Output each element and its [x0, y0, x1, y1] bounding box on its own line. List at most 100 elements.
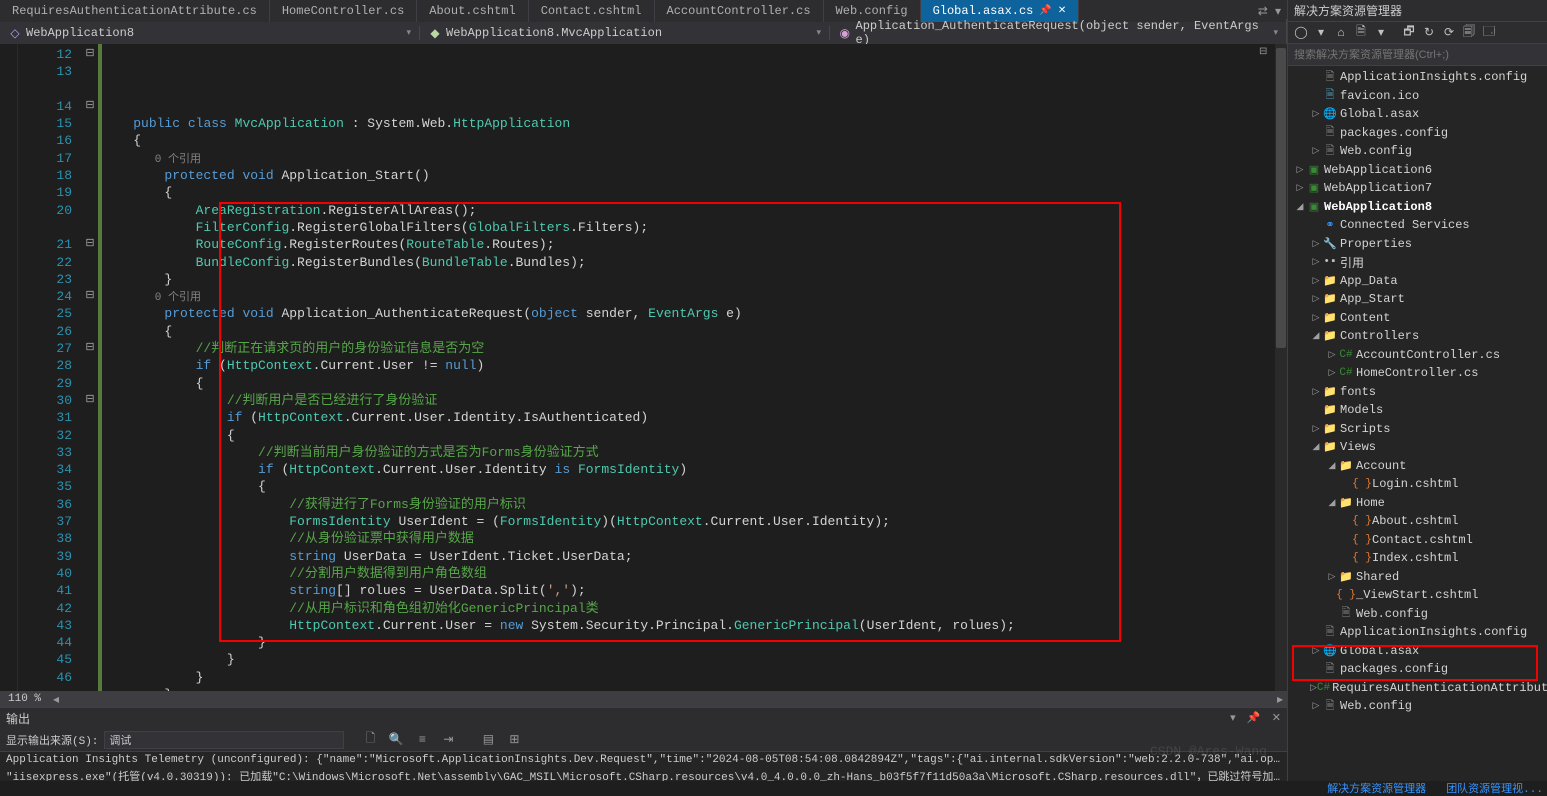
fold-toggle[interactable] [82, 427, 98, 444]
tree-node[interactable]: { }Contact.cshtml [1288, 531, 1547, 550]
tab-contact-cshtml[interactable]: Contact.cshtml [529, 0, 655, 22]
se-collapse-icon[interactable]: ↻ [1420, 24, 1438, 42]
expand-icon[interactable]: ▷ [1310, 387, 1322, 397]
fold-toggle[interactable] [82, 150, 98, 167]
tree-node[interactable]: ▷📁Shared [1288, 568, 1547, 587]
code-line[interactable]: { [98, 375, 1287, 392]
code-line[interactable]: 0 个引用 [98, 150, 1287, 167]
output-body[interactable]: Application Insights Telemetry (unconfig… [0, 752, 1287, 781]
expand-icon[interactable]: ▷ [1310, 313, 1322, 323]
expand-icon[interactable]: ▷ [1310, 646, 1322, 656]
solution-tree[interactable]: 🗎ApplicationInsights.config🗎favicon.ico▷… [1288, 66, 1547, 781]
fold-toggle[interactable] [82, 548, 98, 565]
tab-about-cshtml[interactable]: About.cshtml [417, 0, 528, 22]
expand-icon[interactable]: ▷ [1310, 294, 1322, 304]
tree-node[interactable]: ▷📁Content [1288, 309, 1547, 328]
tree-node[interactable]: ◢📁Home [1288, 494, 1547, 513]
code-line[interactable]: { [98, 427, 1287, 444]
expand-icon[interactable]: ▷ [1310, 276, 1322, 286]
output-source-combo[interactable]: 调试 [104, 731, 344, 749]
fold-toggle[interactable] [82, 669, 98, 686]
tree-node[interactable]: 📁Models [1288, 401, 1547, 420]
expand-icon[interactable]: ◢ [1310, 442, 1322, 452]
fold-toggle[interactable]: ⊟ [82, 236, 98, 253]
expand-icon[interactable]: ▷ [1310, 257, 1322, 267]
fold-toggle[interactable] [82, 115, 98, 132]
fold-toggle[interactable] [82, 202, 98, 219]
tab-homecontroller-cs[interactable]: HomeController.cs [270, 0, 417, 22]
tree-node[interactable]: ▷📁Scripts [1288, 420, 1547, 439]
code-editor[interactable]: 1213141516171819202122232425262728293031… [0, 44, 1287, 691]
hscroll-track[interactable] [77, 692, 1259, 706]
tree-node[interactable]: ▷🔧Properties [1288, 235, 1547, 254]
tree-node[interactable]: 🗎ApplicationInsights.config [1288, 68, 1547, 87]
tree-node[interactable]: ▷📁fonts [1288, 383, 1547, 402]
scroll-right-icon[interactable]: ▸ [1273, 692, 1287, 707]
scroll-left-icon[interactable]: ◂ [49, 692, 63, 707]
tree-node[interactable]: 🗎packages.config [1288, 124, 1547, 143]
tree-node[interactable]: 🗎Web.config [1288, 605, 1547, 624]
expand-icon[interactable]: ▷ [1326, 350, 1338, 360]
output-clear-icon[interactable]: 🗋 [360, 731, 380, 749]
code-line[interactable]: //获得进行了Forms身份验证的用户标识 [98, 496, 1287, 513]
fold-toggle[interactable] [82, 81, 98, 98]
code-line[interactable]: if (HttpContext.Current.User != null) [98, 357, 1287, 374]
output-dropdown-icon[interactable]: ▾ [1230, 713, 1236, 725]
tree-node[interactable]: ▷🗎Web.config [1288, 697, 1547, 716]
tree-node[interactable]: ▷•▪引用 [1288, 253, 1547, 272]
tree-node[interactable]: ▷C#HomeController.cs [1288, 364, 1547, 383]
expand-icon[interactable]: ▷ [1310, 109, 1322, 119]
code-line[interactable]: { [98, 184, 1287, 201]
tree-node[interactable]: ▷C#AccountController.cs [1288, 346, 1547, 365]
status-right2[interactable]: 团队资源管理视... [1446, 780, 1543, 796]
code-line[interactable]: 0 个引用 [98, 288, 1287, 305]
code-line[interactable]: { [98, 323, 1287, 340]
fold-toggle[interactable]: ⊟ [82, 288, 98, 305]
code-line[interactable]: } [98, 271, 1287, 288]
expand-icon[interactable]: ▷ [1326, 572, 1338, 582]
fold-toggle[interactable]: ⊟ [82, 340, 98, 357]
tree-node[interactable]: 🗎packages.config [1288, 660, 1547, 679]
breadcrumb-method[interactable]: ◉ Application_AuthenticateRequest(object… [830, 19, 1287, 47]
output-toggle-icon[interactable]: ⇥ [438, 731, 458, 749]
code-line[interactable]: BundleConfig.RegisterBundles(BundleTable… [98, 254, 1287, 271]
code-line[interactable]: if (HttpContext.Current.User.Identity.Is… [98, 409, 1287, 426]
fold-column[interactable]: ⊟⊟⊟⊟⊟⊟ [82, 44, 98, 691]
fold-toggle[interactable] [82, 565, 98, 582]
fold-toggle[interactable] [82, 478, 98, 495]
fold-toggle[interactable] [82, 167, 98, 184]
expand-icon[interactable]: ◢ [1310, 331, 1322, 341]
tree-node[interactable]: ▷🗎Web.config [1288, 142, 1547, 161]
code-line[interactable]: FormsIdentity UserIdent = (FormsIdentity… [98, 513, 1287, 530]
code-line[interactable]: HttpContext.Current.User = new System.Se… [98, 617, 1287, 634]
expand-icon[interactable]: ▷ [1310, 683, 1317, 693]
fold-toggle[interactable] [82, 305, 98, 322]
scrollbar-thumb[interactable] [1276, 48, 1286, 348]
tree-node[interactable]: ▷▣WebApplication6 [1288, 161, 1547, 180]
se-refresh2-icon[interactable]: ▾ [1372, 24, 1390, 42]
fold-toggle[interactable]: ⊟ [82, 46, 98, 63]
output-wrap-icon[interactable]: ≡ [412, 731, 432, 749]
tree-node[interactable]: ◢📁Account [1288, 457, 1547, 476]
fold-toggle[interactable] [82, 63, 98, 80]
code-line[interactable]: //判断正在请求页的用户的身份验证信息是否为空 [98, 340, 1287, 357]
tree-node[interactable]: ◢▣WebApplication8 [1288, 198, 1547, 217]
code-line[interactable]: //判断当前用户身份验证的方式是否为Forms身份验证方式 [98, 444, 1287, 461]
fold-toggle[interactable] [82, 600, 98, 617]
se-sync-icon[interactable]: 🗎 [1352, 24, 1370, 42]
fold-toggle[interactable] [82, 651, 98, 668]
output-ext-icon[interactable]: ⊞ [504, 731, 524, 749]
fold-toggle[interactable] [82, 617, 98, 634]
code-line[interactable]: public class MvcApplication : System.Web… [98, 115, 1287, 132]
tree-node[interactable]: ▷📁App_Data [1288, 272, 1547, 291]
solution-search-input[interactable] [1294, 49, 1541, 61]
fold-toggle[interactable] [82, 409, 98, 426]
tab-accountcontroller-cs[interactable]: AccountController.cs [655, 0, 824, 22]
output-close-icon[interactable]: ✕ [1272, 713, 1281, 725]
fold-toggle[interactable] [82, 634, 98, 651]
status-right1[interactable]: 解决方案资源管理器 [1327, 780, 1426, 796]
vertical-scrollbar[interactable] [1275, 44, 1287, 691]
fold-toggle[interactable] [82, 132, 98, 149]
code-line[interactable]: { [98, 478, 1287, 495]
tree-node[interactable]: 🗎ApplicationInsights.config [1288, 623, 1547, 642]
